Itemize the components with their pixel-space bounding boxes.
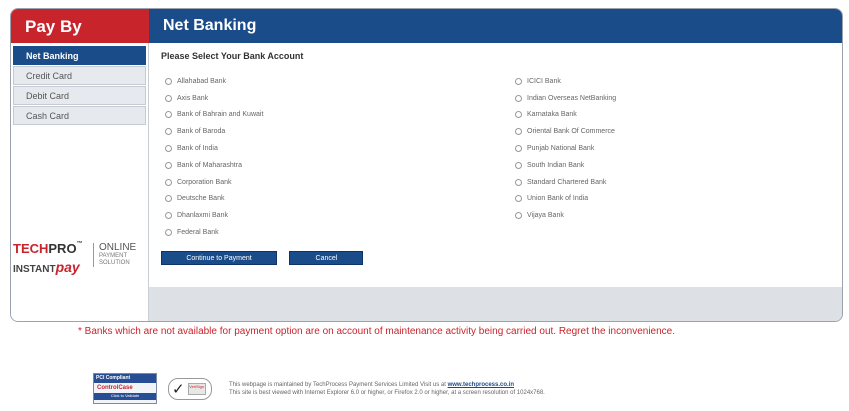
radio-button[interactable] (165, 145, 172, 153)
bank-label: Corporation Bank (177, 178, 232, 186)
tab-debit-card[interactable]: Debit Card (13, 86, 146, 105)
bank-label: Bank of India (177, 145, 218, 153)
bank-option[interactable]: Dhanlaxmi Bank (165, 207, 263, 224)
bank-option[interactable]: Bank of India (165, 140, 263, 157)
radio-button[interactable] (165, 178, 172, 186)
pay-by-header: Pay By (11, 9, 149, 43)
radio-button[interactable] (165, 212, 172, 220)
bank-list-right: ICICI Bank Indian Overseas NetBanking Ka… (515, 73, 616, 224)
radio-button[interactable] (165, 94, 172, 102)
logo-instantpay: INSTANTpay (13, 259, 80, 275)
bank-label: Bank of Maharashtra (177, 161, 242, 169)
disclaimer-line-2: This site is best viewed with Internet E… (229, 390, 545, 396)
bank-label: Deutsche Bank (177, 195, 225, 203)
bank-option[interactable]: Allahabad Bank (165, 73, 263, 90)
bank-option[interactable]: Oriental Bank Of Commerce (515, 123, 616, 140)
bank-option[interactable]: Indian Overseas NetBanking (515, 90, 616, 107)
radio-button[interactable] (515, 111, 522, 119)
bank-option[interactable]: Punjab National Bank (515, 140, 616, 157)
bank-option[interactable]: South Indian Bank (515, 157, 616, 174)
bank-label: Federal Bank (177, 229, 219, 237)
bank-label: Bank of Bahrain and Kuwait (177, 111, 264, 119)
bank-option[interactable]: Deutsche Bank (165, 191, 263, 208)
radio-button[interactable] (515, 195, 522, 203)
radio-button[interactable] (515, 212, 522, 220)
logo-online-payment: ONLINE PAYMENT SOLUTION (93, 243, 136, 267)
bank-option[interactable]: Federal Bank (165, 224, 263, 241)
bank-option[interactable]: Axis Bank (165, 90, 263, 107)
radio-button[interactable] (165, 229, 172, 237)
bank-option[interactable]: Standard Chartered Bank (515, 174, 616, 191)
radio-button[interactable] (165, 161, 172, 169)
panel-footer-strip (149, 287, 842, 321)
logo-techpro: TECHPRO™ (13, 241, 83, 256)
bank-label: Indian Overseas NetBanking (527, 94, 617, 102)
tab-cash-card[interactable]: Cash Card (13, 106, 146, 125)
pci-label: PCI Compliant (94, 374, 156, 383)
bank-option[interactable]: Union Bank of India (515, 191, 616, 208)
radio-button[interactable] (515, 145, 522, 153)
bank-selection-area: Please Select Your Bank Account Allahaba… (149, 43, 842, 287)
payment-method-tabs: Net Banking Credit Card Debit Card Cash … (11, 43, 148, 125)
continue-to-payment-button[interactable]: Continue to Payment (161, 251, 277, 265)
pay-by-title: Pay By (25, 17, 82, 36)
bank-option[interactable]: Bank of Maharashtra (165, 157, 263, 174)
bank-label: Vijaya Bank (527, 212, 564, 220)
bank-option[interactable]: Bank of Bahrain and Kuwait (165, 107, 263, 124)
checkmark-icon: ✓ (172, 380, 185, 398)
action-buttons: Continue to Payment Cancel (161, 247, 371, 265)
bank-option[interactable]: Vijaya Bank (515, 207, 616, 224)
techpro-instantpay-logo: TECHPRO™ INSTANTpay ONLINE PAYMENT SOLUT… (11, 231, 149, 287)
radio-button[interactable] (515, 161, 522, 169)
bank-label: Allahabad Bank (177, 77, 227, 85)
bank-label: Oriental Bank Of Commerce (527, 128, 615, 136)
bank-label: South Indian Bank (527, 161, 585, 169)
net-banking-title: Net Banking (163, 17, 257, 34)
bank-label: ICICI Bank (527, 77, 561, 85)
click-to-validate-link[interactable]: Click to Validate (94, 393, 156, 400)
bank-label: Karnataka Bank (527, 111, 577, 119)
bank-option[interactable]: Karnataka Bank (515, 107, 616, 124)
bank-label: Standard Chartered Bank (527, 178, 607, 186)
radio-button[interactable] (165, 111, 172, 119)
tab-credit-card[interactable]: Credit Card (13, 66, 146, 85)
radio-button[interactable] (515, 77, 522, 85)
radio-button[interactable] (165, 128, 172, 136)
radio-button[interactable] (515, 94, 522, 102)
bank-option[interactable]: Bank of Baroda (165, 123, 263, 140)
disclaimer-line-1: This webpage is maintained by TechProces… (229, 382, 515, 388)
bank-list-left: Allahabad Bank Axis Bank Bank of Bahrain… (165, 73, 263, 241)
pci-compliant-badge[interactable]: PCI Compliant ControlCase Click to Valid… (93, 373, 157, 404)
bank-option[interactable]: Corporation Bank (165, 174, 263, 191)
radio-button[interactable] (165, 195, 172, 203)
payment-method-sidebar: Net Banking Credit Card Debit Card Cash … (11, 43, 149, 321)
radio-button[interactable] (515, 128, 522, 136)
site-disclaimer: This webpage is maintained by TechProces… (229, 381, 545, 397)
bank-label: Bank of Baroda (177, 128, 226, 136)
radio-button[interactable] (165, 77, 172, 85)
net-banking-header: Net Banking (149, 9, 842, 43)
tab-net-banking[interactable]: Net Banking (13, 46, 146, 65)
bank-label: Axis Bank (177, 94, 209, 102)
section-title: Please Select Your Bank Account (161, 51, 304, 61)
payment-panel: Pay By Net Banking Net Banking Credit Ca… (10, 8, 843, 322)
radio-button[interactable] (515, 178, 522, 186)
cancel-button[interactable]: Cancel (289, 251, 364, 265)
bank-option[interactable]: ICICI Bank (515, 73, 616, 90)
verisign-seal[interactable]: ✓ VeriSign (168, 378, 212, 400)
bank-label: Union Bank of India (527, 195, 589, 203)
bank-label: Punjab National Bank (527, 145, 595, 153)
maintenance-notice: * Banks which are not available for paym… (78, 326, 676, 337)
controlcase-label: ControlCase (97, 385, 133, 391)
seal-label: VeriSign (187, 383, 206, 395)
bank-label: Dhanlaxmi Bank (177, 212, 228, 220)
techprocess-link[interactable]: www.techprocess.co.in (448, 382, 514, 388)
